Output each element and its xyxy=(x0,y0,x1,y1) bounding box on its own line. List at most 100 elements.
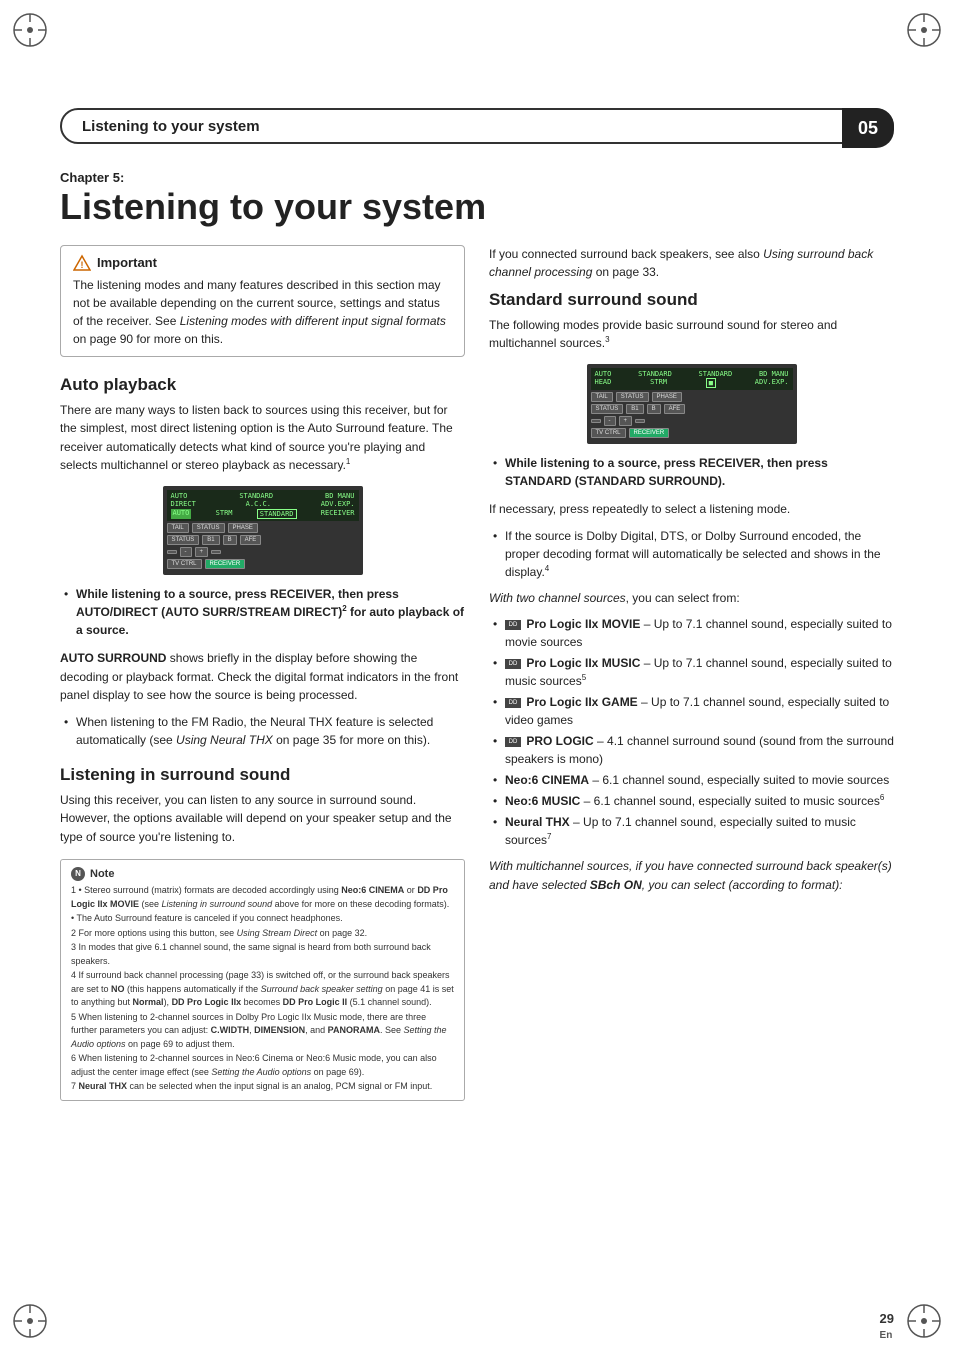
important-label: Important xyxy=(97,255,157,270)
btn-status4: STATUS xyxy=(591,404,624,414)
mode-label-3: Pro Logic IIx GAME xyxy=(526,695,637,709)
warning-icon: ! xyxy=(73,254,91,272)
btn-b2: B xyxy=(647,404,661,414)
btn-empty4 xyxy=(635,419,645,423)
listening-surround-text: Using this receiver, you can listen to a… xyxy=(60,791,465,847)
btn-tail: TAIL xyxy=(167,523,189,533)
dd-icon-2: DD xyxy=(505,659,521,669)
page-num-value: 29 xyxy=(880,1311,894,1326)
mode-label-5: Neo:6 CINEMA xyxy=(505,773,589,787)
mode-item-6: Neo:6 MUSIC – 6.1 channel sound, especia… xyxy=(489,792,894,810)
btn-status3: STATUS xyxy=(616,392,649,402)
btn-plus: + xyxy=(195,547,209,557)
right-column: If you connected surround back speakers,… xyxy=(489,245,894,1101)
multichannel-note: With multichannel sources, if you have c… xyxy=(489,857,894,894)
mode-item-2: DD Pro Logic IIx MUSIC – Up to 7.1 chann… xyxy=(489,654,894,690)
note-line-1: 1 • Stereo surround (matrix) formats are… xyxy=(71,884,454,911)
auto-playback-text: There are many ways to listen back to so… xyxy=(60,401,465,475)
corner-decoration-bl xyxy=(10,1301,50,1341)
standard-surround-heading: Standard surround sound xyxy=(489,290,894,310)
listening-surround-heading: Listening in surround sound xyxy=(60,765,465,785)
press-repeatedly-text: If necessary, press repeatedly to select… xyxy=(489,500,894,519)
important-link: Listening modes with different input sig… xyxy=(180,314,446,328)
btn-b: B xyxy=(223,535,237,545)
btn-tail2: TAIL xyxy=(591,392,613,402)
btn-b1: B1 xyxy=(202,535,219,545)
note-line-3: 2 For more options using this button, se… xyxy=(71,927,454,941)
right-intro-text: If you connected surround back speakers,… xyxy=(489,245,894,282)
mode-label-7: Neural THX xyxy=(505,815,570,829)
auto-press-bullet: While listening to a source, press RECEI… xyxy=(60,585,465,639)
btn-tv-ctrl2: TV CTRL xyxy=(591,428,626,438)
receiver-image-left: AUTOSTANDARDBD MANU DIRECTA.C.C.ADV.EXP.… xyxy=(60,483,465,575)
sbch-label: SBch ON xyxy=(590,878,642,892)
important-box: ! Important The listening modes and many… xyxy=(60,245,465,357)
corner-decoration-br xyxy=(904,1301,944,1341)
note-box: N Note 1 • Stereo surround (matrix) form… xyxy=(60,859,465,1101)
btn-plus2: + xyxy=(619,416,633,426)
fm-note-bullet: When listening to the FM Radio, the Neur… xyxy=(60,713,465,749)
corner-decoration-tl xyxy=(10,10,50,50)
chapter-number: 05 xyxy=(842,108,894,148)
btn-empty1 xyxy=(167,550,177,554)
note-icon: N xyxy=(71,867,85,881)
note-line-6: 5 When listening to 2-channel sources in… xyxy=(71,1011,454,1052)
page-lang: En xyxy=(880,1330,893,1341)
header-title: Listening to your system xyxy=(82,118,260,135)
mode-label-4: PRO LOGIC xyxy=(526,734,593,748)
receiver-image-right: AUTOSTANDARDSTANDARDBD MANU HEADSTRM■ADV… xyxy=(489,361,894,444)
two-channel-label: With two channel sources, you can select… xyxy=(489,589,894,608)
two-channel-italic: With two channel sources xyxy=(489,591,626,605)
standard-press-bullet: While listening to a source, press RECEI… xyxy=(489,454,894,490)
standard-surround-text: The following modes provide basic surrou… xyxy=(489,316,894,353)
modes-list: DD Pro Logic IIx MOVIE – Up to 7.1 chann… xyxy=(489,615,894,849)
auto-playback-heading: Auto playback xyxy=(60,375,465,395)
mode-item-7: Neural THX – Up to 7.1 channel sound, es… xyxy=(489,813,894,849)
svg-text:!: ! xyxy=(81,260,84,270)
chapter-label: Chapter 5: xyxy=(60,170,894,185)
btn-b12: B1 xyxy=(626,404,643,414)
btn-afe: AFE xyxy=(240,535,262,545)
btn-empty2 xyxy=(211,550,221,554)
dolby-digital-note: If the source is Dolby Digital, DTS, or … xyxy=(489,527,894,581)
note-line-7: 6 When listening to 2-channel sources in… xyxy=(71,1052,454,1079)
dd-icon-4: DD xyxy=(505,737,521,747)
two-column-layout: ! Important The listening modes and many… xyxy=(60,245,894,1101)
note-line-8: 7 Neural THX can be selected when the in… xyxy=(71,1080,454,1094)
btn-tv-ctrl: TV CTRL xyxy=(167,559,202,569)
left-column: ! Important The listening modes and many… xyxy=(60,245,465,1101)
btn-status: STATUS xyxy=(192,523,225,533)
btn-empty3 xyxy=(591,419,601,423)
standard-press-text: While listening to a source, press RECEI… xyxy=(505,456,828,488)
note-header: N Note xyxy=(71,866,454,883)
mode-label-2: Pro Logic IIx MUSIC xyxy=(526,656,640,670)
mode-label-6: Neo:6 MUSIC xyxy=(505,794,580,808)
btn-minus: - xyxy=(180,547,192,557)
btn-phase: PHASE xyxy=(228,523,258,533)
mode-item-4: DD PRO LOGIC – 4.1 channel surround soun… xyxy=(489,732,894,768)
btn-status2: STATUS xyxy=(167,535,200,545)
note-line-4: 3 In modes that give 6.1 channel sound, … xyxy=(71,941,454,968)
btn-receiver-green2: RECEIVER xyxy=(629,428,670,438)
note-label: Note xyxy=(90,866,114,883)
dd-icon-3: DD xyxy=(505,698,521,708)
mode-item-1: DD Pro Logic IIx MOVIE – Up to 7.1 chann… xyxy=(489,615,894,651)
mode-item-3: DD Pro Logic IIx GAME – Up to 7.1 channe… xyxy=(489,693,894,729)
corner-decoration-tr xyxy=(904,10,944,50)
main-content: Chapter 5: Listening to your system ! Im… xyxy=(60,170,894,1241)
important-header: ! Important xyxy=(73,254,452,272)
fm-link: Using Neural THX xyxy=(176,733,273,747)
important-text: The listening modes and many features de… xyxy=(73,276,452,348)
note-line-2: • The Auto Surround feature is canceled … xyxy=(71,912,454,926)
auto-surround-label: AUTO SURROUND xyxy=(60,651,166,665)
surround-back-link: Using surround back channel processing xyxy=(489,247,873,280)
header-bar: Listening to your system 05 xyxy=(60,108,894,144)
mode-item-5: Neo:6 CINEMA – 6.1 channel sound, especi… xyxy=(489,771,894,789)
auto-press-instruction: While listening to a source, press RECEI… xyxy=(60,585,465,639)
btn-minus2: - xyxy=(604,416,616,426)
chapter-main-title: Listening to your system xyxy=(60,187,894,227)
auto-surround-text: AUTO SURROUND shows briefly in the displ… xyxy=(60,649,465,705)
btn-receiver-green: RECEIVER xyxy=(205,559,246,569)
btn-phase2: PHASE xyxy=(652,392,682,402)
btn-afe2: AFE xyxy=(664,404,686,414)
